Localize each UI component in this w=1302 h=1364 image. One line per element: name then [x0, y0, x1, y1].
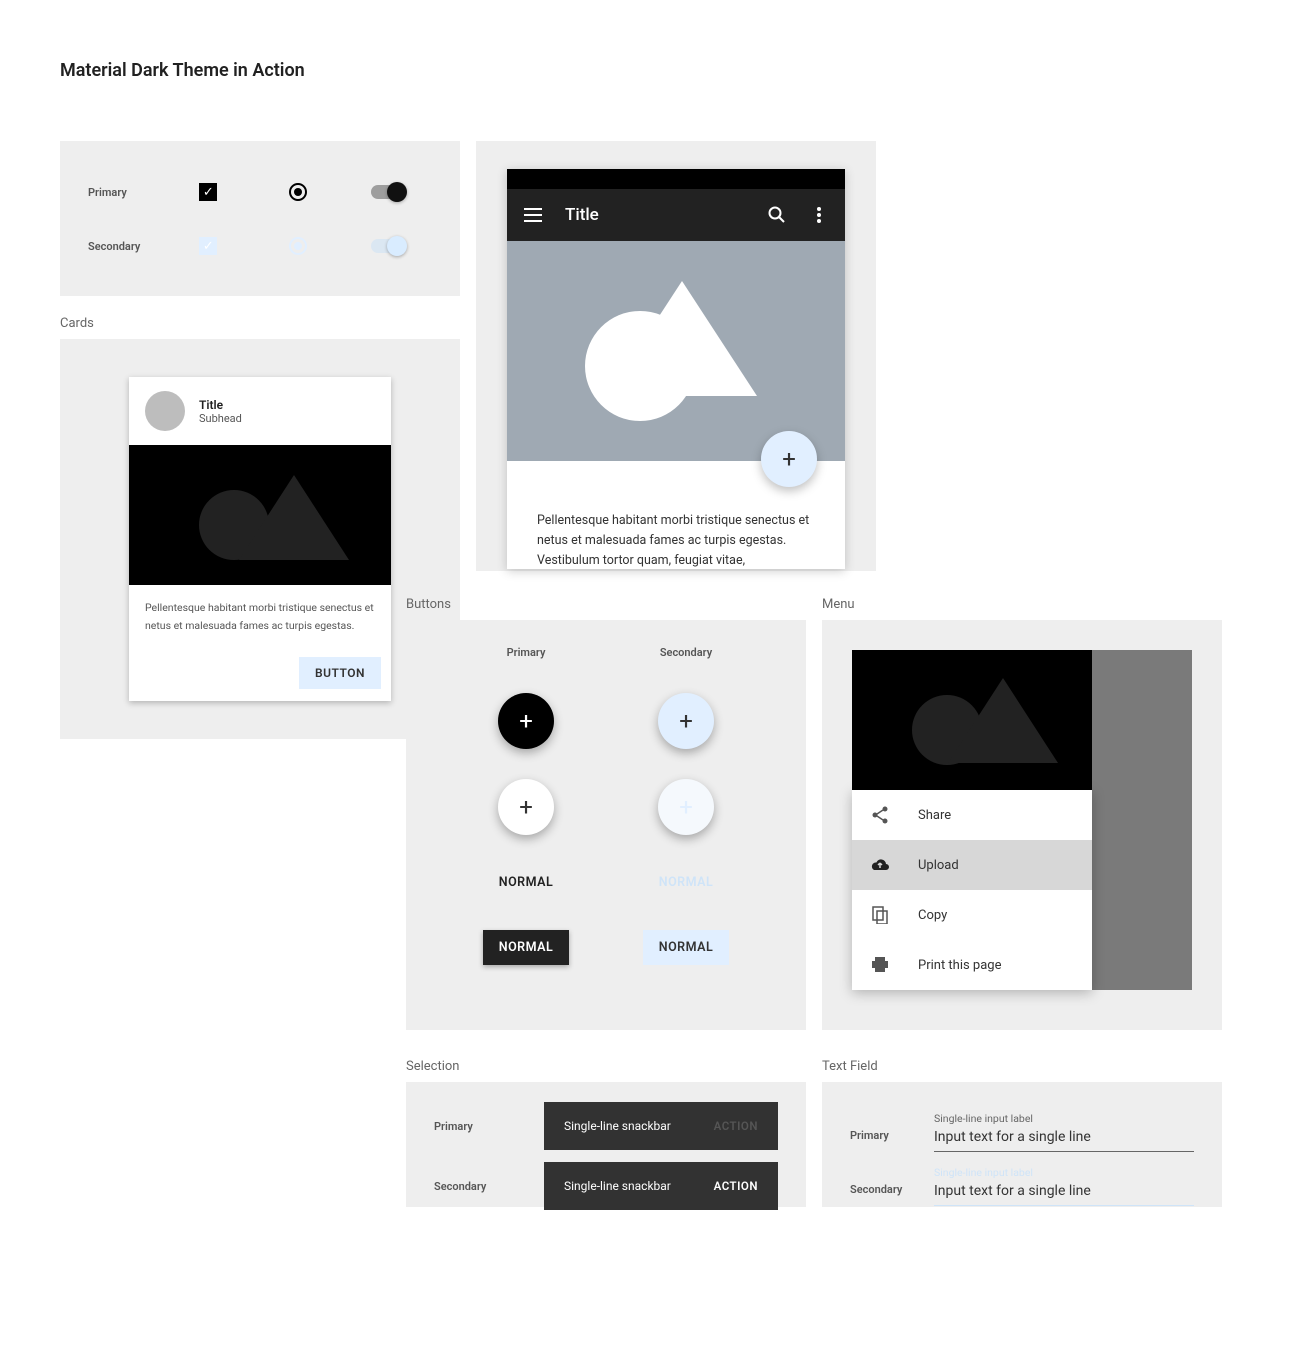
menu-item-label: Upload — [918, 858, 959, 873]
menu-item-print[interactable]: Print this page — [852, 940, 1092, 990]
secondary-label: Secondary — [88, 240, 164, 253]
menu-panel: Share Upload Copy Print this page — [822, 620, 1222, 1030]
card: Title Subhead Pellentesque habitant morb… — [129, 377, 391, 701]
avatar — [145, 391, 185, 431]
switch-primary[interactable] — [371, 185, 403, 199]
menu-icon[interactable] — [523, 205, 543, 225]
snackbar-primary: Single-line snackbar ACTION — [544, 1102, 778, 1150]
textfield-input-primary[interactable]: Input text for a single line — [934, 1129, 1194, 1152]
card-title: Title — [199, 398, 242, 412]
textfield-input-secondary[interactable]: Input text for a single line — [934, 1183, 1194, 1206]
card-body: Pellentesque habitant morbi tristique se… — [129, 585, 391, 649]
appbar-panel: Title + Pellentesque habitant morbi tris… — [476, 141, 876, 571]
fab-add[interactable]: + — [761, 431, 817, 487]
menu-item-label: Print this page — [918, 958, 1002, 973]
flat-button-secondary[interactable]: NORMAL — [643, 865, 730, 900]
more-icon[interactable] — [809, 205, 829, 225]
raised-button-primary[interactable]: NORMAL — [483, 930, 570, 965]
share-icon — [870, 805, 890, 825]
flat-button-primary[interactable]: NORMAL — [483, 865, 570, 900]
primary-label-snack: Primary — [434, 1120, 514, 1133]
selection-panel: Primary Single-line snackbar ACTION Seco… — [406, 1082, 806, 1207]
secondary-label-snack: Secondary — [434, 1180, 514, 1193]
textfield-label: Single-line input label — [934, 1112, 1194, 1125]
secondary-label-tf: Secondary — [850, 1183, 918, 1206]
upload-icon — [870, 855, 890, 875]
primary-label-tf: Primary — [850, 1129, 918, 1152]
menu-item-share[interactable]: Share — [852, 790, 1092, 840]
appbar-title: Title — [565, 205, 745, 225]
textfield-panel: Primary Single-line input label Input te… — [822, 1082, 1222, 1207]
cards-panel: Title Subhead Pellentesque habitant morb… — [60, 339, 460, 739]
fab-secondary[interactable]: + — [658, 693, 714, 749]
textfield-label: Single-line input label — [934, 1166, 1194, 1179]
primary-label: Primary — [88, 186, 164, 199]
app-bar: Title — [507, 189, 845, 241]
secondary-label-btn: Secondary — [660, 646, 712, 659]
card-subhead: Subhead — [199, 412, 242, 425]
buttons-panel: Primary + + NORMAL NORMAL Secondary + + … — [406, 620, 806, 1030]
fab-primary-alt[interactable]: + — [498, 779, 554, 835]
snackbar-text: Single-line snackbar — [564, 1119, 671, 1133]
raised-button-secondary[interactable]: NORMAL — [643, 930, 730, 965]
snackbar-action[interactable]: ACTION — [714, 1179, 758, 1193]
switch-secondary[interactable] — [371, 239, 403, 253]
menu-item-label: Copy — [918, 908, 947, 923]
selection-section-label: Selection — [406, 1059, 806, 1074]
card-button[interactable]: BUTTON — [299, 657, 381, 689]
print-icon — [870, 955, 890, 975]
controls-panel: Primary ✓ Secondary ✓ — [60, 141, 460, 296]
radio-secondary[interactable] — [289, 237, 307, 255]
fab-secondary-alt[interactable]: + — [658, 779, 714, 835]
hero-media: + — [507, 241, 845, 461]
card-media — [129, 445, 391, 585]
menu-item-label: Share — [918, 808, 951, 823]
copy-icon — [870, 905, 890, 925]
menu-item-copy[interactable]: Copy — [852, 890, 1092, 940]
fab-primary[interactable]: + — [498, 693, 554, 749]
menu-hero — [852, 650, 1092, 790]
buttons-section-label: Buttons — [406, 597, 806, 612]
checkbox-secondary[interactable]: ✓ — [199, 237, 217, 255]
menu-item-upload[interactable]: Upload — [852, 840, 1092, 890]
checkbox-primary[interactable]: ✓ — [199, 183, 217, 201]
snackbar-secondary: Single-line snackbar ACTION — [544, 1162, 778, 1210]
status-bar — [507, 169, 845, 189]
menu-list: Share Upload Copy Print this page — [852, 790, 1092, 990]
snackbar-action[interactable]: ACTION — [714, 1119, 758, 1133]
radio-primary[interactable] — [289, 183, 307, 201]
menu-section-label: Menu — [822, 597, 1222, 612]
primary-label-btn: Primary — [507, 646, 546, 659]
search-icon[interactable] — [767, 205, 787, 225]
snackbar-text: Single-line snackbar — [564, 1179, 671, 1193]
cards-section-label: Cards — [60, 316, 460, 331]
page-title: Material Dark Theme in Action — [60, 60, 1242, 81]
textfield-section-label: Text Field — [822, 1059, 1222, 1074]
